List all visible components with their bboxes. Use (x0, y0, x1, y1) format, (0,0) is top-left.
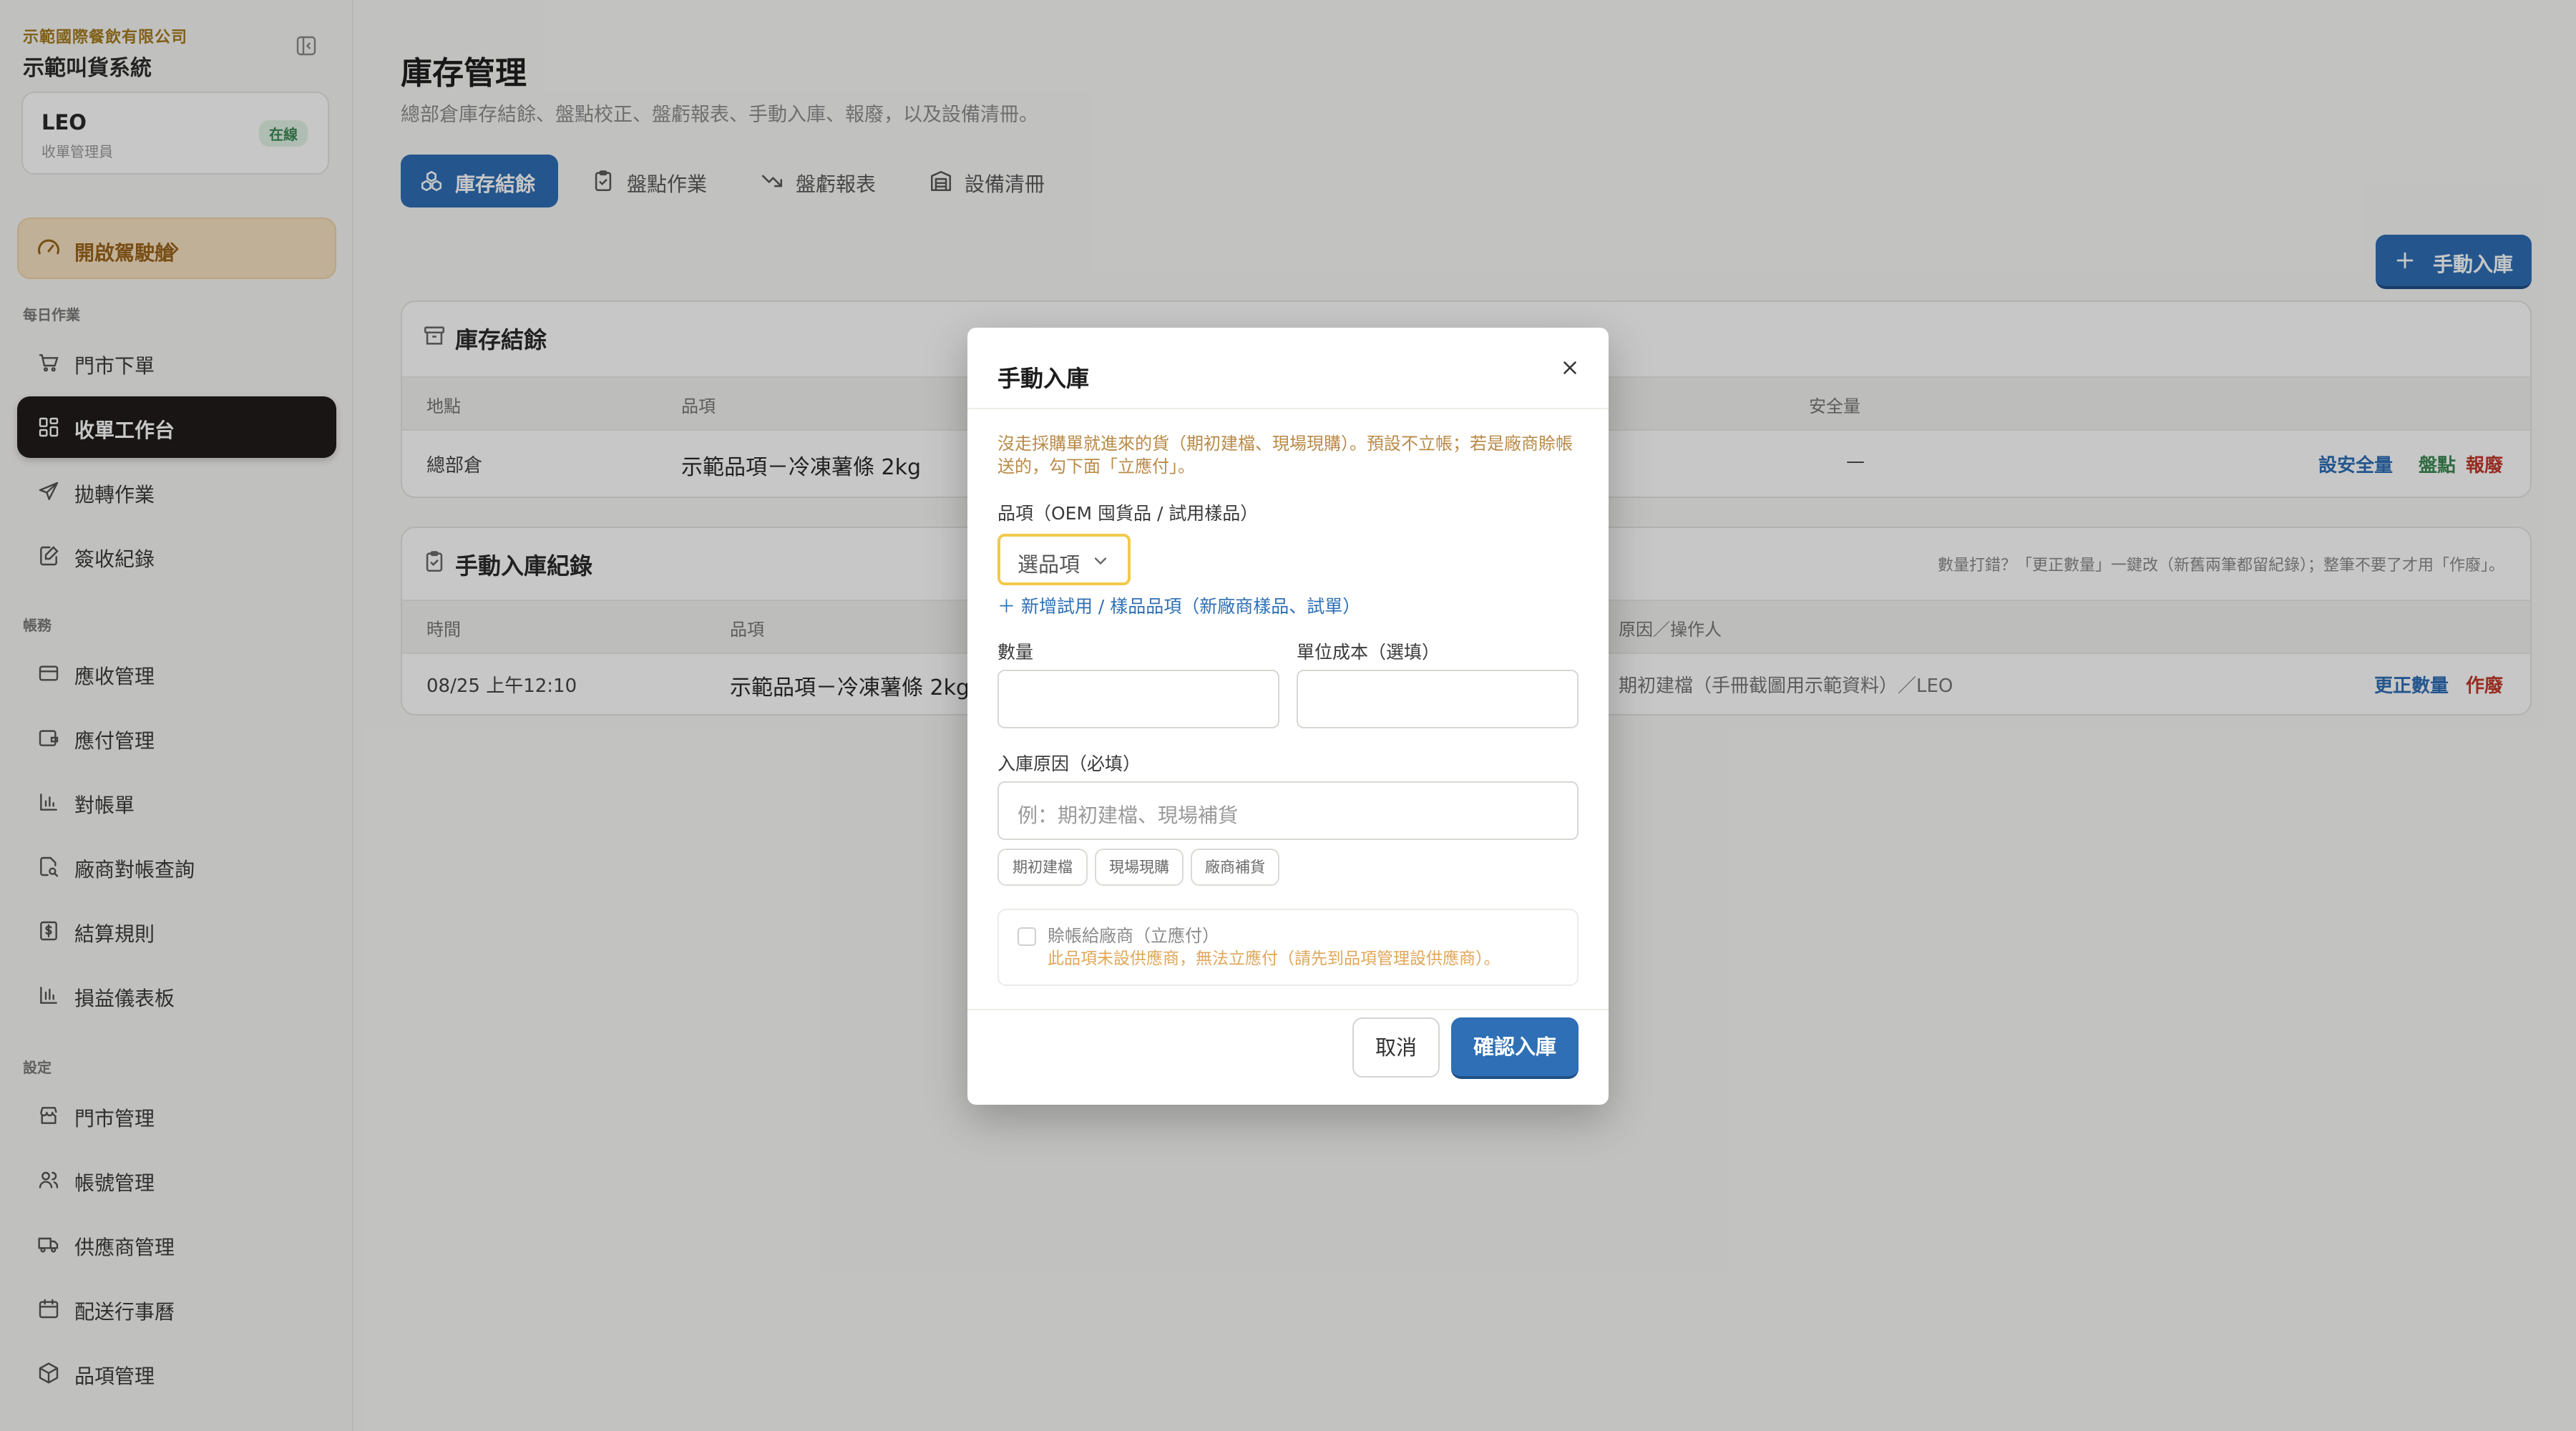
divider (967, 1009, 1609, 1010)
divider (967, 408, 1609, 409)
qty-input[interactable] (997, 670, 1279, 728)
supplier-payable-label: 賒帳給廠商（立應付） (1048, 926, 1219, 946)
add-trial-item-link[interactable]: ＋ 新增試用 / 樣品品項（新廠商樣品、試單） (997, 592, 1360, 618)
supplier-payable-checkbox[interactable] (1018, 927, 1036, 946)
modal-title: 手動入庫 (997, 365, 1090, 392)
supplier-payable-box: 賒帳給廠商（立應付） 此品項未設供應商，無法立應付（請先到品項管理設供應商）。 (997, 909, 1579, 986)
chevron-down-icon (1091, 551, 1111, 571)
supplier-warning: 此品項未設供應商，無法立應付（請先到品項管理設供應商）。 (1048, 949, 1501, 968)
manual-in-modal: 手動入庫 沒走採購單就進來的貨（期初建檔、現場現購）。預設不立帳；若是廠商賒帳送… (967, 328, 1609, 1105)
reason-placeholder: 例：期初建檔、現場補貨 (1018, 804, 1239, 827)
item-select[interactable]: 選品項 (997, 534, 1131, 585)
cancel-button[interactable]: 取消 (1352, 1017, 1440, 1078)
unit-cost-label: 單位成本（選填） (1297, 642, 1440, 663)
item-label: 品項（OEM 囤貨品 / 試用樣品） (997, 503, 1259, 524)
item-select-value: 選品項 (1018, 552, 1080, 577)
confirm-in-button[interactable]: 確認入庫 (1451, 1017, 1579, 1079)
reason-label: 入庫原因（必填） (997, 753, 1141, 774)
reason-chip[interactable]: 廠商補貨 (1191, 849, 1279, 886)
reason-input[interactable]: 例：期初建檔、現場補貨 (997, 781, 1579, 840)
qty-label: 數量 (997, 642, 1034, 663)
modal-note: 沒走採購單就進來的貨（期初建檔、現場現購）。預設不立帳；若是廠商賒帳送的，勾下面… (997, 434, 1573, 477)
reason-chip[interactable]: 期初建檔 (997, 849, 1088, 886)
close-icon[interactable] (1556, 353, 1584, 382)
reason-chip[interactable]: 現場現購 (1095, 849, 1184, 886)
unit-cost-input[interactable] (1297, 670, 1579, 728)
